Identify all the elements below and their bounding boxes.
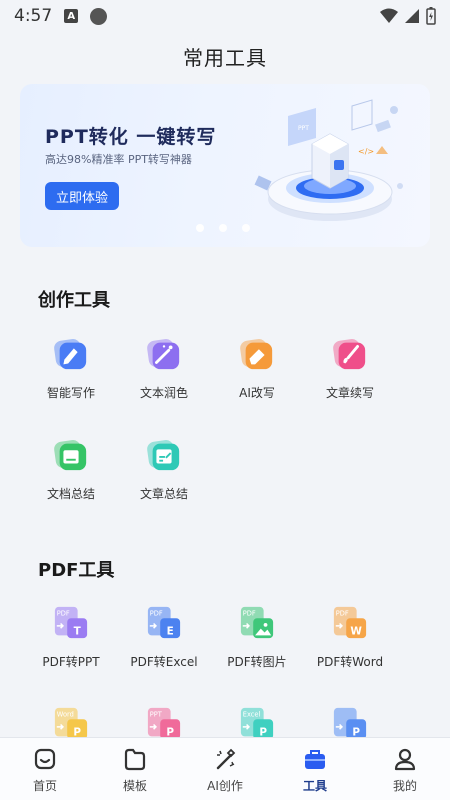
pdf-to-word-icon: PDFW (333, 606, 367, 639)
doc-summary-icon (54, 440, 87, 471)
page-title: 常用工具 (183, 46, 267, 70)
ppt-convert-illustration: PPT </> (254, 99, 403, 221)
article-summary-icon (147, 440, 180, 471)
tool-brush[interactable]: 文章续写 (305, 336, 395, 401)
nav-item-template[interactable]: 模板 (90, 738, 180, 800)
svg-text:Excel: Excel (243, 710, 261, 718)
svg-text:</>: </> (358, 147, 374, 156)
toolbox-icon (305, 750, 325, 769)
magic-wand-icon (147, 339, 180, 370)
battery-icon (426, 7, 436, 25)
banner-subtitle: 高达98%精准率 PPT转写神器 (45, 153, 192, 166)
svg-text:T: T (74, 625, 82, 637)
brush-icon (333, 339, 366, 370)
creation-tools-title: 创作工具 (38, 290, 110, 311)
nav-label: AI创作 (207, 779, 243, 793)
svg-text:Word: Word (57, 710, 74, 718)
svg-text:PDF: PDF (336, 609, 349, 617)
tool-pdf-to-image[interactable]: PDF PDF转图片 (212, 605, 302, 670)
tool-label: 文章总结 (139, 487, 188, 501)
tool-label: PDF转PPT (42, 655, 100, 669)
home-icon (34, 748, 56, 770)
nav-item-home[interactable]: 首页 (0, 738, 90, 800)
pdf-to-image-icon: PDF (240, 606, 274, 639)
wifi-icon (380, 8, 398, 23)
svg-text:PDF: PDF (57, 609, 70, 617)
notification-a-icon: A (64, 9, 79, 23)
tool-pdf-to-word[interactable]: PDF W PDF转Word (305, 605, 395, 670)
bottom-nav: 首页 模板 AI创作 工具 我的 (0, 737, 450, 800)
carousel-dots (196, 224, 250, 232)
tool-label: 文档总结 (46, 487, 95, 501)
carousel-dot[interactable] (242, 224, 250, 232)
ai-create-icon (216, 748, 236, 770)
tool-pdf-to-ppt[interactable]: PDF T PDF转PPT (26, 605, 116, 670)
carousel-dot[interactable] (196, 224, 204, 232)
tool-article-summary[interactable]: 文章总结 (119, 437, 209, 502)
status-bar: 4:57 A (0, 0, 450, 32)
art-ppt-label: PPT (298, 125, 309, 132)
tool-label: PDF转Excel (130, 655, 198, 669)
nav-label: 工具 (302, 779, 327, 793)
status-time: 4:57 (14, 6, 53, 26)
tool-pdf-to-excel[interactable]: PDF E PDF转Excel (119, 605, 209, 670)
notification-dot-icon (90, 7, 108, 25)
svg-text:PDF: PDF (243, 609, 256, 617)
banner-title: PPT转化 一键转写 (45, 126, 217, 148)
nav-item-toolbox[interactable]: 工具 (270, 738, 360, 800)
nav-label: 首页 (32, 779, 57, 793)
signal-icon (405, 9, 419, 23)
pdf-to-ppt-icon: PDF T (54, 606, 88, 639)
nav-item-profile[interactable]: 我的 (360, 738, 450, 800)
promo-banner[interactable]: PPT转化 一键转写 高达98%精准率 PPT转写神器 立即体验 PPT </> (20, 84, 430, 247)
tool-label: 文本润色 (139, 386, 188, 400)
tool-label: 智能写作 (46, 386, 95, 400)
tool-label: 文章续写 (325, 386, 374, 400)
nav-label: 模板 (122, 779, 147, 793)
svg-text:PPT: PPT (150, 710, 163, 718)
try-now-button[interactable]: 立即体验 (45, 182, 120, 210)
tool-pen[interactable]: 智能写作 (26, 336, 116, 401)
tool-label: PDF转Word (316, 655, 384, 669)
svg-text:PDF: PDF (150, 609, 163, 617)
svg-text:E: E (167, 625, 174, 637)
tool-label: AI改写 (239, 386, 275, 400)
tool-label: PDF转图片 (227, 655, 287, 669)
template-icon (124, 748, 146, 771)
eraser-icon (240, 339, 273, 370)
nav-item-ai-create[interactable]: AI创作 (180, 738, 270, 800)
tool-magic-wand[interactable]: 文本润色 (119, 336, 209, 401)
pdf-tools-title: PDF工具 (38, 560, 115, 581)
carousel-dot[interactable] (219, 224, 227, 232)
nav-label: 我的 (392, 779, 417, 793)
pdf-to-excel-icon: PDF E (147, 606, 181, 639)
profile-icon (394, 748, 416, 771)
tool-doc-summary[interactable]: 文档总结 (26, 437, 116, 502)
pen-icon (54, 339, 87, 370)
svg-text:W: W (350, 625, 362, 637)
tool-eraser[interactable]: AI改写 (212, 336, 302, 401)
